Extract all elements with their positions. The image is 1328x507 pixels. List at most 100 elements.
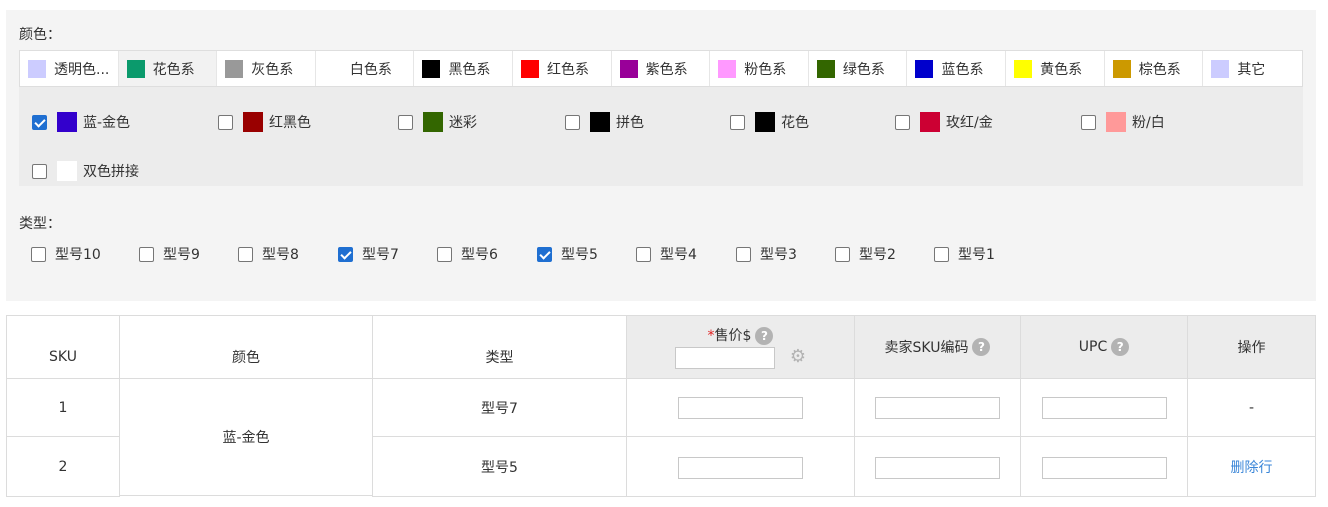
- seller-sku-help-icon[interactable]: ?: [972, 338, 991, 356]
- color-option: 粉/白: [1081, 112, 1165, 132]
- gear-icon[interactable]: ⚙: [789, 348, 807, 366]
- color-tab-label: 红色系: [547, 61, 590, 78]
- type-option-checkbox[interactable]: [31, 246, 46, 262]
- type-option-checkbox[interactable]: [736, 246, 751, 262]
- row2-type: 型号5: [372, 436, 627, 497]
- color-tab-10[interactable]: 黄色系: [1006, 51, 1105, 86]
- type-option: 型号2: [835, 244, 896, 264]
- row2-seller-sku-input[interactable]: [875, 457, 1000, 479]
- type-option-label: 型号10: [55, 247, 101, 263]
- type-option-label: 型号6: [461, 247, 498, 263]
- color-option-label: 双色拼接: [83, 164, 139, 180]
- color-tab-1[interactable]: 花色系: [118, 51, 218, 86]
- type-option: 型号9: [139, 244, 200, 264]
- color-tab-label: 花色系: [152, 61, 195, 78]
- row1-seller-sku-input[interactable]: [875, 397, 1000, 419]
- color-option-label: 拼色: [616, 115, 644, 131]
- color-option: 双色拼接: [32, 161, 139, 181]
- type-option: 型号10: [31, 244, 101, 264]
- row1-price-input[interactable]: [678, 397, 803, 419]
- color-swatch: [1014, 59, 1033, 78]
- header-actions-label: 操作: [1237, 340, 1266, 356]
- color-swatch: [755, 112, 775, 132]
- row2-type-value: 型号5: [481, 459, 518, 476]
- type-option: 型号6: [437, 244, 498, 264]
- color-tab-11[interactable]: 棕色系: [1104, 51, 1204, 86]
- color-tab-7[interactable]: 粉色系: [710, 51, 809, 86]
- type-section-label: 类型：: [19, 216, 61, 232]
- type-option-checkbox[interactable]: [437, 246, 452, 262]
- type-option-checkbox[interactable]: [338, 246, 353, 262]
- color-tab-label: 紫色系: [645, 61, 688, 78]
- type-option-checkbox[interactable]: [139, 246, 154, 262]
- color-tab-label: 棕色系: [1138, 61, 1181, 78]
- color-swatch: [590, 112, 610, 132]
- type-option-label: 型号2: [859, 247, 896, 263]
- header-color: 颜色: [119, 315, 373, 379]
- header-color-label: 颜色: [232, 350, 260, 366]
- type-option-label: 型号9: [163, 247, 200, 263]
- color-swatch: [718, 59, 737, 78]
- color-tab-label: 黑色系: [448, 61, 491, 78]
- color-option: 玫红/金: [895, 112, 993, 132]
- color-option-checkbox[interactable]: [895, 114, 910, 130]
- color-swatch: [57, 112, 77, 132]
- row1-type: 型号7: [372, 378, 627, 437]
- color-tab-9[interactable]: 蓝色系: [907, 51, 1007, 86]
- type-option: 型号8: [238, 244, 299, 264]
- color-swatch: [225, 59, 244, 78]
- row2-seller-sku-cell: [854, 436, 1021, 497]
- batch-price-input[interactable]: [675, 347, 775, 369]
- color-option-label: 迷彩: [449, 115, 477, 131]
- row1-sku-value: 1: [58, 399, 68, 416]
- type-option-checkbox[interactable]: [537, 246, 552, 262]
- color-tab-12[interactable]: 其它: [1203, 51, 1302, 86]
- color-tab-4[interactable]: 黑色系: [414, 51, 514, 86]
- color-tab-2[interactable]: 灰色系: [217, 51, 316, 86]
- type-option-checkbox[interactable]: [636, 246, 651, 262]
- color-option-checkbox[interactable]: [32, 114, 47, 130]
- color-option: 拼色: [565, 112, 644, 132]
- color-option-checkbox[interactable]: [565, 114, 580, 130]
- row1-upc-input[interactable]: [1042, 397, 1167, 419]
- type-option-checkbox[interactable]: [238, 246, 253, 262]
- type-option-label: 型号1: [958, 247, 995, 263]
- color-option-checkbox[interactable]: [32, 163, 47, 179]
- color-option-checkbox[interactable]: [1081, 114, 1096, 130]
- color-tab-5[interactable]: 红色系: [513, 51, 612, 86]
- color-swatch: [28, 59, 46, 78]
- price-help-icon[interactable]: ?: [755, 327, 774, 345]
- color-tab-3[interactable]: 白色系: [315, 51, 415, 86]
- color-tab-6[interactable]: 紫色系: [611, 51, 711, 86]
- row1-seller-sku-cell: [854, 378, 1021, 437]
- color-option-label: 花色: [781, 115, 809, 131]
- color-tab-label: 绿色系: [842, 61, 885, 78]
- color-swatch: [126, 59, 145, 78]
- color-tab-8[interactable]: 绿色系: [808, 51, 908, 86]
- color-option-checkbox[interactable]: [398, 114, 413, 130]
- color-swatch: [920, 112, 940, 132]
- row2-upc-input[interactable]: [1042, 457, 1167, 479]
- color-swatch: [1106, 112, 1126, 132]
- row1-action: -: [1187, 378, 1316, 437]
- row1-action-value: -: [1248, 399, 1255, 416]
- color-tab-0[interactable]: 透明色...: [20, 51, 119, 86]
- header-sku: SKU: [6, 315, 120, 379]
- color-option-label: 玫红/金: [946, 115, 993, 131]
- upc-help-icon[interactable]: ?: [1111, 338, 1130, 356]
- type-option-checkbox[interactable]: [835, 246, 850, 262]
- type-option-checkbox[interactable]: [934, 246, 949, 262]
- header-sku-label: SKU: [49, 349, 77, 365]
- type-option: 型号1: [934, 244, 995, 264]
- color-tab-label: 蓝色系: [941, 61, 984, 78]
- color-option-checkbox[interactable]: [218, 114, 233, 130]
- row2-price-input[interactable]: [678, 457, 803, 479]
- color-tab-label: 黄色系: [1040, 61, 1083, 78]
- color-section-label: 颜色：: [19, 27, 61, 43]
- delete-row-link[interactable]: 删除行: [1231, 457, 1273, 477]
- color-option-checkbox[interactable]: [730, 114, 745, 130]
- color-swatch: [1211, 59, 1230, 78]
- row1-price-cell: [626, 378, 855, 437]
- header-price: *售价$? ⚙: [626, 315, 855, 379]
- row1-sku: 1: [6, 378, 120, 437]
